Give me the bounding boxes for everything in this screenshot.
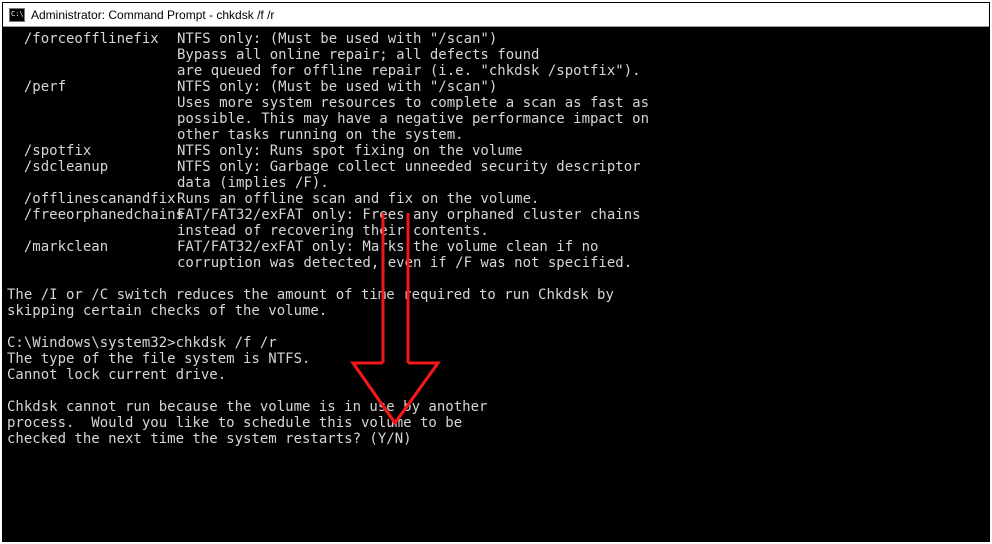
- option-description: data (implies /F).: [177, 175, 983, 191]
- option-description: FAT/FAT32/exFAT only: Frees any orphaned…: [177, 207, 983, 223]
- option-flag: /freeorphanedchains: [7, 207, 177, 223]
- option-flag: /sdcleanup: [7, 159, 177, 175]
- option-description: NTFS only: (Must be used with "/scan"): [177, 79, 983, 95]
- option-flag: /perf: [7, 79, 177, 95]
- terminal-output[interactable]: /forceofflinefixNTFS only: (Must be used…: [3, 27, 989, 541]
- help-line: /forceofflinefixNTFS only: (Must be used…: [7, 31, 983, 47]
- option-description: possible. This may have a negative perfo…: [177, 111, 983, 127]
- output-line: The /I or /C switch reduces the amount o…: [7, 287, 983, 303]
- output-line: Chkdsk cannot run because the volume is …: [7, 399, 983, 415]
- output-line: [7, 319, 983, 335]
- output-line: [7, 271, 983, 287]
- output-line: [7, 383, 983, 399]
- help-line: are queued for offline repair (i.e. "chk…: [7, 63, 983, 79]
- option-flag: /spotfix: [7, 143, 177, 159]
- help-line: /freeorphanedchainsFAT/FAT32/exFAT only:…: [7, 207, 983, 223]
- output-line: skipping certain checks of the volume.: [7, 303, 983, 319]
- option-description: corruption was detected, even if /F was …: [177, 255, 983, 271]
- output-line: process. Would you like to schedule this…: [7, 415, 983, 431]
- option-description: FAT/FAT32/exFAT only: Marks the volume c…: [177, 239, 983, 255]
- help-line: /offlinescanandfixRuns an offline scan a…: [7, 191, 983, 207]
- help-line: Uses more system resources to complete a…: [7, 95, 983, 111]
- help-line: other tasks running on the system.: [7, 127, 983, 143]
- output-line: C:\Windows\system32>chkdsk /f /r: [7, 335, 983, 351]
- cmd-icon: [9, 8, 25, 22]
- option-description: instead of recovering their contents.: [177, 223, 983, 239]
- option-flag: /offlinescanandfix: [7, 191, 177, 207]
- help-line: /sdcleanupNTFS only: Garbage collect unn…: [7, 159, 983, 175]
- option-flag: /markclean: [7, 239, 177, 255]
- command-prompt-window: Administrator: Command Prompt - chkdsk /…: [2, 2, 990, 542]
- help-line: possible. This may have a negative perfo…: [7, 111, 983, 127]
- help-line: Bypass all online repair; all defects fo…: [7, 47, 983, 63]
- option-flag: /forceofflinefix: [7, 31, 177, 47]
- help-line: /markcleanFAT/FAT32/exFAT only: Marks th…: [7, 239, 983, 255]
- option-description: NTFS only: (Must be used with "/scan"): [177, 31, 983, 47]
- option-description: Uses more system resources to complete a…: [177, 95, 983, 111]
- output-line: checked the next time the system restart…: [7, 431, 983, 447]
- help-line: data (implies /F).: [7, 175, 983, 191]
- option-description: NTFS only: Runs spot fixing on the volum…: [177, 143, 983, 159]
- option-description: other tasks running on the system.: [177, 127, 983, 143]
- help-line: corruption was detected, even if /F was …: [7, 255, 983, 271]
- output-line: Cannot lock current drive.: [7, 367, 983, 383]
- option-description: NTFS only: Garbage collect unneeded secu…: [177, 159, 983, 175]
- option-description: are queued for offline repair (i.e. "chk…: [177, 63, 983, 79]
- output-line: The type of the file system is NTFS.: [7, 351, 983, 367]
- help-line: /perfNTFS only: (Must be used with "/sca…: [7, 79, 983, 95]
- titlebar[interactable]: Administrator: Command Prompt - chkdsk /…: [3, 3, 989, 27]
- window-title: Administrator: Command Prompt - chkdsk /…: [31, 8, 274, 22]
- help-line: instead of recovering their contents.: [7, 223, 983, 239]
- help-line: /spotfixNTFS only: Runs spot fixing on t…: [7, 143, 983, 159]
- option-description: Runs an offline scan and fix on the volu…: [177, 191, 983, 207]
- option-description: Bypass all online repair; all defects fo…: [177, 47, 983, 63]
